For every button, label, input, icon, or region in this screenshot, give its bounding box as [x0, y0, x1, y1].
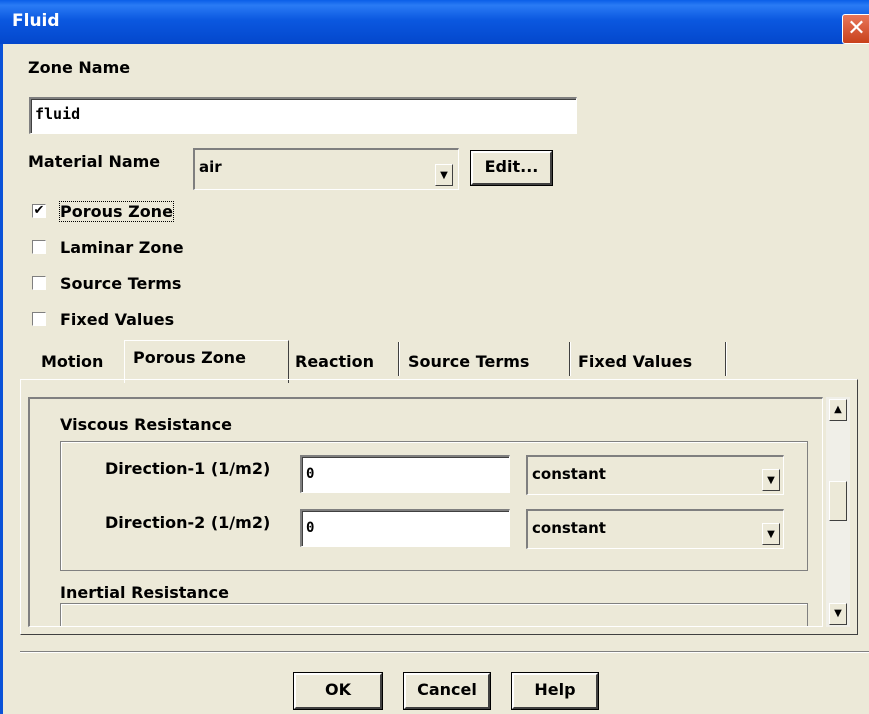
direction-2-label: Direction-2 (1/m2)	[105, 513, 271, 532]
inertial-resistance-title: Inertial Resistance	[60, 583, 229, 602]
laminar-zone-checkbox[interactable]	[32, 240, 46, 254]
fixed-values-checkbox[interactable]	[32, 312, 46, 326]
scrollbar-thumb[interactable]	[829, 481, 847, 521]
source-terms-checkbox[interactable]	[32, 276, 46, 290]
title-bar[interactable]: Fluid ✕	[0, 0, 869, 44]
zone-name-input[interactable]: fluid	[29, 97, 577, 134]
close-icon[interactable]: ✕	[842, 14, 869, 44]
direction-2-value: 0	[306, 520, 315, 536]
scroll-viewport: Viscous Resistance Direction-1 (1/m2) 0 …	[28, 397, 823, 627]
ok-button[interactable]: OK	[294, 673, 382, 709]
cancel-button[interactable]: Cancel	[404, 673, 490, 709]
arrow-up-icon[interactable]: ▲	[829, 399, 847, 421]
edit-material-button[interactable]: Edit...	[471, 151, 552, 185]
porous-zone-checkbox[interactable]: ✔	[32, 204, 46, 218]
direction-1-value: 0	[306, 466, 315, 482]
tab-divider	[569, 342, 571, 376]
material-value: air	[199, 158, 222, 176]
direction-2-method: constant	[532, 519, 606, 537]
help-button[interactable]: Help	[512, 673, 598, 709]
direction-1-input[interactable]: 0	[300, 455, 510, 493]
vertical-scrollbar[interactable]: ▲ ▼	[826, 397, 850, 627]
direction-2-method-select[interactable]: constant ▼	[526, 509, 784, 549]
inertial-resistance-group	[60, 603, 808, 626]
fixed-values-label[interactable]: Fixed Values	[60, 310, 174, 329]
viscous-resistance-title: Viscous Resistance	[60, 415, 232, 434]
tab-divider	[725, 342, 727, 376]
tab-porous-zone[interactable]: Porous Zone	[133, 348, 246, 367]
tab-reaction[interactable]: Reaction	[295, 352, 374, 371]
tab-motion[interactable]: Motion	[41, 352, 103, 371]
tab-divider	[398, 342, 400, 376]
porous-zone-label[interactable]: Porous Zone	[59, 201, 174, 222]
tab-fixed-values[interactable]: Fixed Values	[578, 352, 692, 371]
tab-source-terms[interactable]: Source Terms	[408, 352, 529, 371]
chevron-down-icon[interactable]: ▼	[762, 523, 780, 545]
arrow-down-icon[interactable]: ▼	[829, 603, 847, 625]
direction-2-input[interactable]: 0	[300, 509, 510, 547]
direction-1-label: Direction-1 (1/m2)	[105, 459, 271, 478]
material-select[interactable]: air ▼	[193, 148, 459, 190]
footer-divider	[20, 651, 869, 653]
fluid-dialog: Fluid ✕ Zone Name fluid Material Name ai…	[0, 0, 869, 714]
direction-1-method-select[interactable]: constant ▼	[526, 455, 784, 495]
laminar-zone-label[interactable]: Laminar Zone	[60, 238, 184, 257]
chevron-down-icon[interactable]: ▼	[435, 164, 453, 186]
chevron-down-icon[interactable]: ▼	[762, 469, 780, 491]
direction-1-method: constant	[532, 465, 606, 483]
window-border	[0, 44, 3, 714]
zone-name-label: Zone Name	[28, 58, 131, 77]
window-title: Fluid	[12, 11, 60, 31]
zone-name-value: fluid	[35, 105, 81, 123]
material-name-label: Material Name	[28, 152, 161, 171]
source-terms-label[interactable]: Source Terms	[60, 274, 181, 293]
